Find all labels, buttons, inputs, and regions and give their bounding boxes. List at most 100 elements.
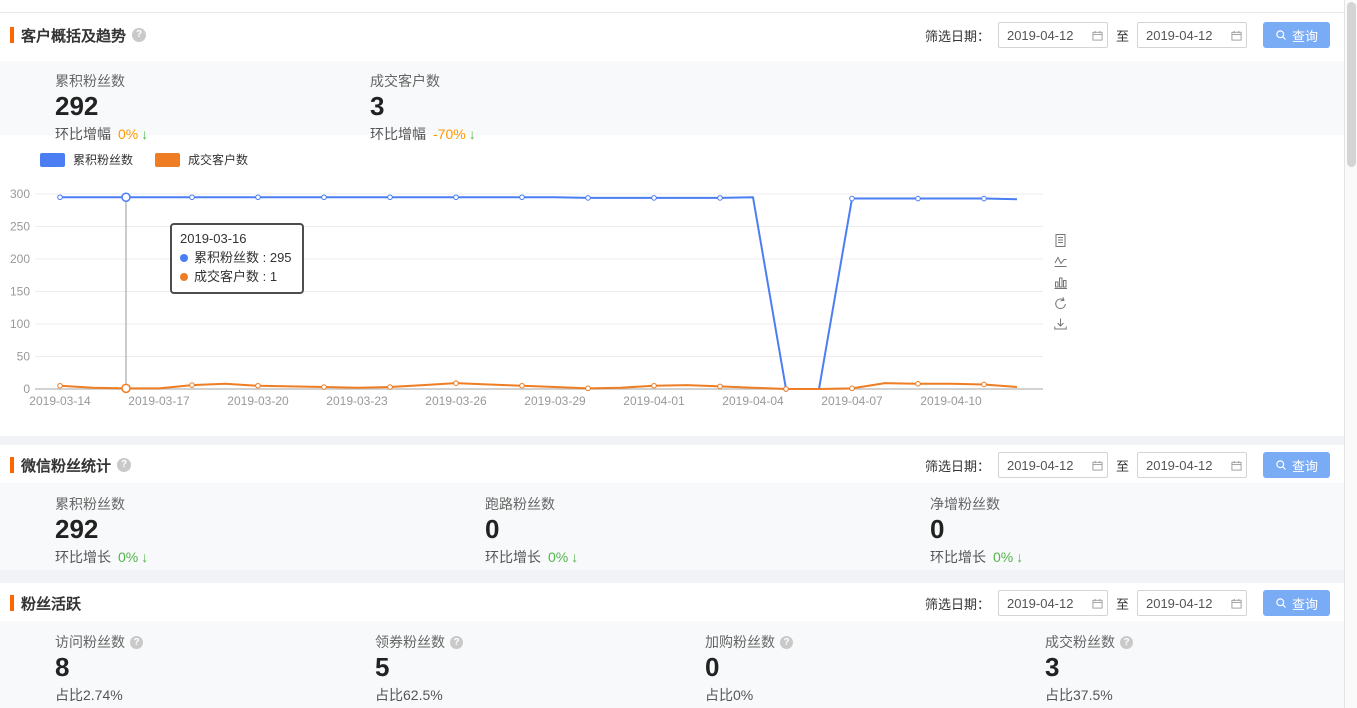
restore-icon[interactable]: [1053, 296, 1068, 311]
x-tick-label: 2019-03-26: [425, 394, 487, 408]
x-tick-label: 2019-04-01: [623, 394, 685, 408]
data-point-marker[interactable]: [982, 382, 987, 387]
data-point-marker[interactable]: [652, 196, 657, 201]
bar-chart-icon[interactable]: [1053, 275, 1068, 290]
stat-net-growth-fans: 净增粉丝数 0 环比增长0%↓: [930, 496, 1344, 570]
y-tick-label: 200: [10, 252, 30, 266]
down-arrow-icon: ↓: [141, 549, 148, 565]
data-point-marker[interactable]: [454, 381, 459, 386]
data-point-marker[interactable]: [520, 195, 525, 200]
down-arrow-icon: ↓: [571, 549, 578, 565]
vertical-scrollbar[interactable]: [1344, 0, 1357, 708]
y-tick-label: 300: [10, 187, 30, 201]
query-button[interactable]: 查询: [1263, 22, 1330, 48]
data-point-marker[interactable]: [190, 383, 195, 388]
tooltip-row: 累积粉丝数 : 295: [180, 248, 292, 267]
start-date-input[interactable]: 2019-04-12: [998, 590, 1108, 616]
data-point-marker[interactable]: [322, 385, 327, 390]
data-point-marker[interactable]: [586, 196, 591, 201]
down-arrow-icon: ↓: [141, 126, 148, 142]
y-tick-label: 150: [10, 285, 30, 299]
filter-between-label: 至: [1116, 594, 1129, 613]
calendar-icon: [1231, 460, 1242, 471]
data-point-marker[interactable]: [586, 386, 591, 391]
calendar-icon: [1092, 598, 1103, 609]
data-point-marker[interactable]: [322, 195, 327, 200]
trend-chart[interactable]: 0501001502002503002019-03-142019-03-1720…: [0, 173, 1110, 418]
data-point-marker[interactable]: [256, 383, 261, 388]
help-icon[interactable]: ?: [130, 636, 143, 649]
y-tick-label: 100: [10, 317, 30, 331]
data-point-marker[interactable]: [388, 385, 393, 390]
highlighted-data-point[interactable]: [122, 384, 130, 392]
data-point-marker[interactable]: [388, 195, 393, 200]
highlighted-data-point[interactable]: [122, 193, 130, 201]
data-view-icon[interactable]: [1053, 233, 1068, 248]
data-point-marker[interactable]: [58, 383, 63, 388]
data-point-marker[interactable]: [718, 384, 723, 389]
help-icon[interactable]: ?: [1120, 636, 1133, 649]
x-tick-label: 2019-04-07: [821, 394, 883, 408]
data-point-marker[interactable]: [190, 195, 195, 200]
legend-item[interactable]: 成交客户数: [155, 151, 248, 168]
tooltip-series-dot: [180, 273, 188, 281]
section-customer-overview: 客户概括及趋势 ? 筛选日期： 2019-04-12 至 2019-04-12 …: [0, 12, 1344, 436]
help-icon[interactable]: ?: [450, 636, 463, 649]
title-accent-bar: [10, 457, 14, 473]
data-point-marker[interactable]: [652, 383, 657, 388]
stats-band: 访问粉丝数? 8 占比2.74% 领券粉丝数? 5 占比62.5% 加购粉丝数?…: [0, 621, 1344, 708]
legend-swatch: [40, 153, 65, 167]
date-filter: 筛选日期： 2019-04-12 至 2019-04-12 查询: [925, 22, 1330, 48]
chart-series-line[interactable]: [60, 383, 1017, 389]
stat-deal-customers: 成交客户数 3 环比增幅-70%↓: [370, 73, 1344, 143]
data-point-marker[interactable]: [58, 195, 63, 200]
end-date-input[interactable]: 2019-04-12: [1137, 22, 1247, 48]
data-point-marker[interactable]: [916, 196, 921, 201]
end-date-input[interactable]: 2019-04-12: [1137, 452, 1247, 478]
section-title: 客户概括及趋势 ?: [10, 25, 146, 46]
end-date-input[interactable]: 2019-04-12: [1137, 590, 1247, 616]
chart-toolbox: [1053, 233, 1068, 332]
filter-between-label: 至: [1116, 26, 1129, 45]
x-tick-label: 2019-04-04: [722, 394, 784, 408]
legend-label: 累积粉丝数: [73, 151, 133, 168]
data-point-marker[interactable]: [718, 196, 723, 201]
scrollbar-thumb[interactable]: [1347, 2, 1356, 167]
stat-total-fans: 累积粉丝数 292 环比增长0%↓: [55, 496, 485, 570]
calendar-icon: [1092, 460, 1103, 471]
chart-legend: 累积粉丝数 成交客户数: [40, 151, 248, 168]
data-point-marker[interactable]: [256, 195, 261, 200]
start-date-input[interactable]: 2019-04-12: [998, 452, 1108, 478]
line-chart-canvas[interactable]: 0501001502002503002019-03-142019-03-1720…: [0, 173, 1110, 418]
download-icon[interactable]: [1053, 317, 1068, 332]
data-point-marker[interactable]: [982, 196, 987, 201]
percent-value: 0%: [118, 126, 138, 142]
stat-total-fans: 累积粉丝数 292 环比增幅0%↓: [55, 73, 370, 143]
line-chart-icon[interactable]: [1053, 254, 1068, 269]
section-header: 微信粉丝统计 ? 筛选日期： 2019-04-12 至 2019-04-12 查…: [0, 445, 1344, 485]
data-point-marker[interactable]: [784, 387, 789, 392]
legend-item[interactable]: 累积粉丝数: [40, 151, 133, 168]
data-point-marker[interactable]: [916, 382, 921, 387]
percent-value: 0%: [993, 549, 1013, 565]
stat-lost-fans: 跑路粉丝数 0 环比增长0%↓: [485, 496, 930, 570]
section-wechat-fans: 微信粉丝统计 ? 筛选日期： 2019-04-12 至 2019-04-12 查…: [0, 445, 1344, 570]
data-point-marker[interactable]: [850, 196, 855, 201]
query-button[interactable]: 查询: [1263, 452, 1330, 478]
help-icon[interactable]: ?: [117, 458, 131, 472]
stat-deal-fans: 成交粉丝数? 3 占比37.5%: [1045, 634, 1344, 708]
data-point-marker[interactable]: [850, 386, 855, 391]
section-title-text: 客户概括及趋势: [21, 25, 126, 46]
percent-value: 0%: [548, 549, 568, 565]
date-filter: 筛选日期： 2019-04-12 至 2019-04-12 查询: [925, 590, 1330, 616]
x-tick-label: 2019-03-17: [128, 394, 190, 408]
help-icon[interactable]: ?: [780, 636, 793, 649]
help-icon[interactable]: ?: [132, 28, 146, 42]
start-date-input[interactable]: 2019-04-12: [998, 22, 1108, 48]
data-point-marker[interactable]: [454, 195, 459, 200]
query-button[interactable]: 查询: [1263, 590, 1330, 616]
x-tick-label: 2019-03-14: [29, 394, 91, 408]
y-tick-label: 250: [10, 220, 30, 234]
data-point-marker[interactable]: [520, 383, 525, 388]
search-icon: [1275, 597, 1287, 609]
